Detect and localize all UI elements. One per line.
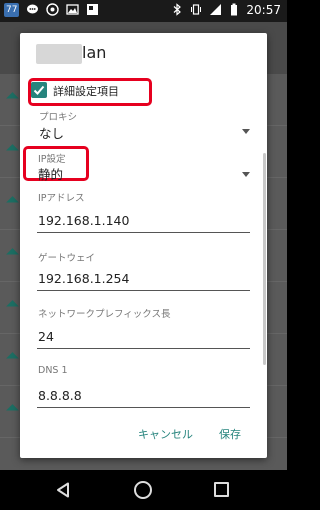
dns1-label: DNS 1	[38, 365, 68, 376]
gateway-underline	[37, 290, 250, 291]
recent-apps-icon[interactable]	[214, 482, 229, 497]
signal-icon	[208, 3, 222, 17]
wifi-icon	[6, 352, 19, 365]
scrollbar[interactable]	[263, 153, 266, 365]
bluetooth-icon	[170, 3, 184, 17]
dns1-underline	[37, 407, 250, 408]
prefix-length-label: ネットワークプレフィックス長	[38, 309, 171, 320]
notification-badge: 77	[4, 3, 20, 17]
ip-settings-select[interactable]: 静的	[38, 164, 63, 183]
battery-icon	[227, 3, 241, 17]
home-icon[interactable]	[134, 481, 152, 499]
gateway-input[interactable]: 192.168.1.254	[38, 271, 129, 286]
image-icon	[65, 3, 79, 17]
wifi-icon	[6, 196, 19, 209]
dns1-input[interactable]: 8.8.8.8	[38, 388, 82, 403]
check-icon	[33, 85, 45, 95]
ip-address-input[interactable]: 192.168.1.140	[38, 213, 129, 228]
clock: 20:57	[246, 3, 281, 17]
chat-icon	[25, 3, 39, 17]
ip-address-label: IPアドレス	[38, 193, 85, 204]
navigation-bar	[0, 470, 287, 510]
proxy-select[interactable]: なし	[39, 123, 64, 142]
advanced-options-checkbox[interactable]	[31, 82, 47, 98]
wifi-icon	[6, 404, 19, 417]
alert-icon	[85, 3, 99, 17]
wifi-icon	[6, 144, 19, 157]
soccer-icon	[45, 3, 59, 17]
ip-settings-label: IP設定	[38, 154, 66, 165]
cancel-button[interactable]: キャンセル	[138, 426, 193, 442]
status-bar-right: 20:57	[170, 3, 281, 17]
proxy-label: プロキシ	[39, 112, 78, 123]
status-bar-left: 77	[4, 3, 99, 17]
advanced-options-label[interactable]: 詳細設定項目	[53, 83, 119, 99]
prefix-length-underline	[37, 348, 250, 349]
prefix-length-input[interactable]: 24	[38, 329, 54, 344]
save-button[interactable]: 保存	[219, 426, 241, 442]
dialog-title: lan	[82, 43, 107, 62]
ssid-redacted	[36, 44, 82, 64]
back-icon[interactable]	[56, 482, 70, 502]
chevron-down-icon[interactable]	[242, 172, 250, 177]
wifi-icon	[6, 300, 19, 313]
wifi-icon	[6, 248, 19, 261]
wifi-icon	[6, 92, 19, 105]
gateway-label: ゲートウェイ	[38, 253, 96, 264]
status-bar: 77 20:57	[0, 0, 287, 22]
chevron-down-icon[interactable]	[242, 129, 250, 134]
ip-address-underline	[37, 232, 250, 233]
vibrate-icon	[189, 3, 203, 17]
wifi-config-dialog: lan 詳細設定項目 プロキシ なし IP設定 静的 IPアドレス 192.16…	[20, 33, 267, 458]
